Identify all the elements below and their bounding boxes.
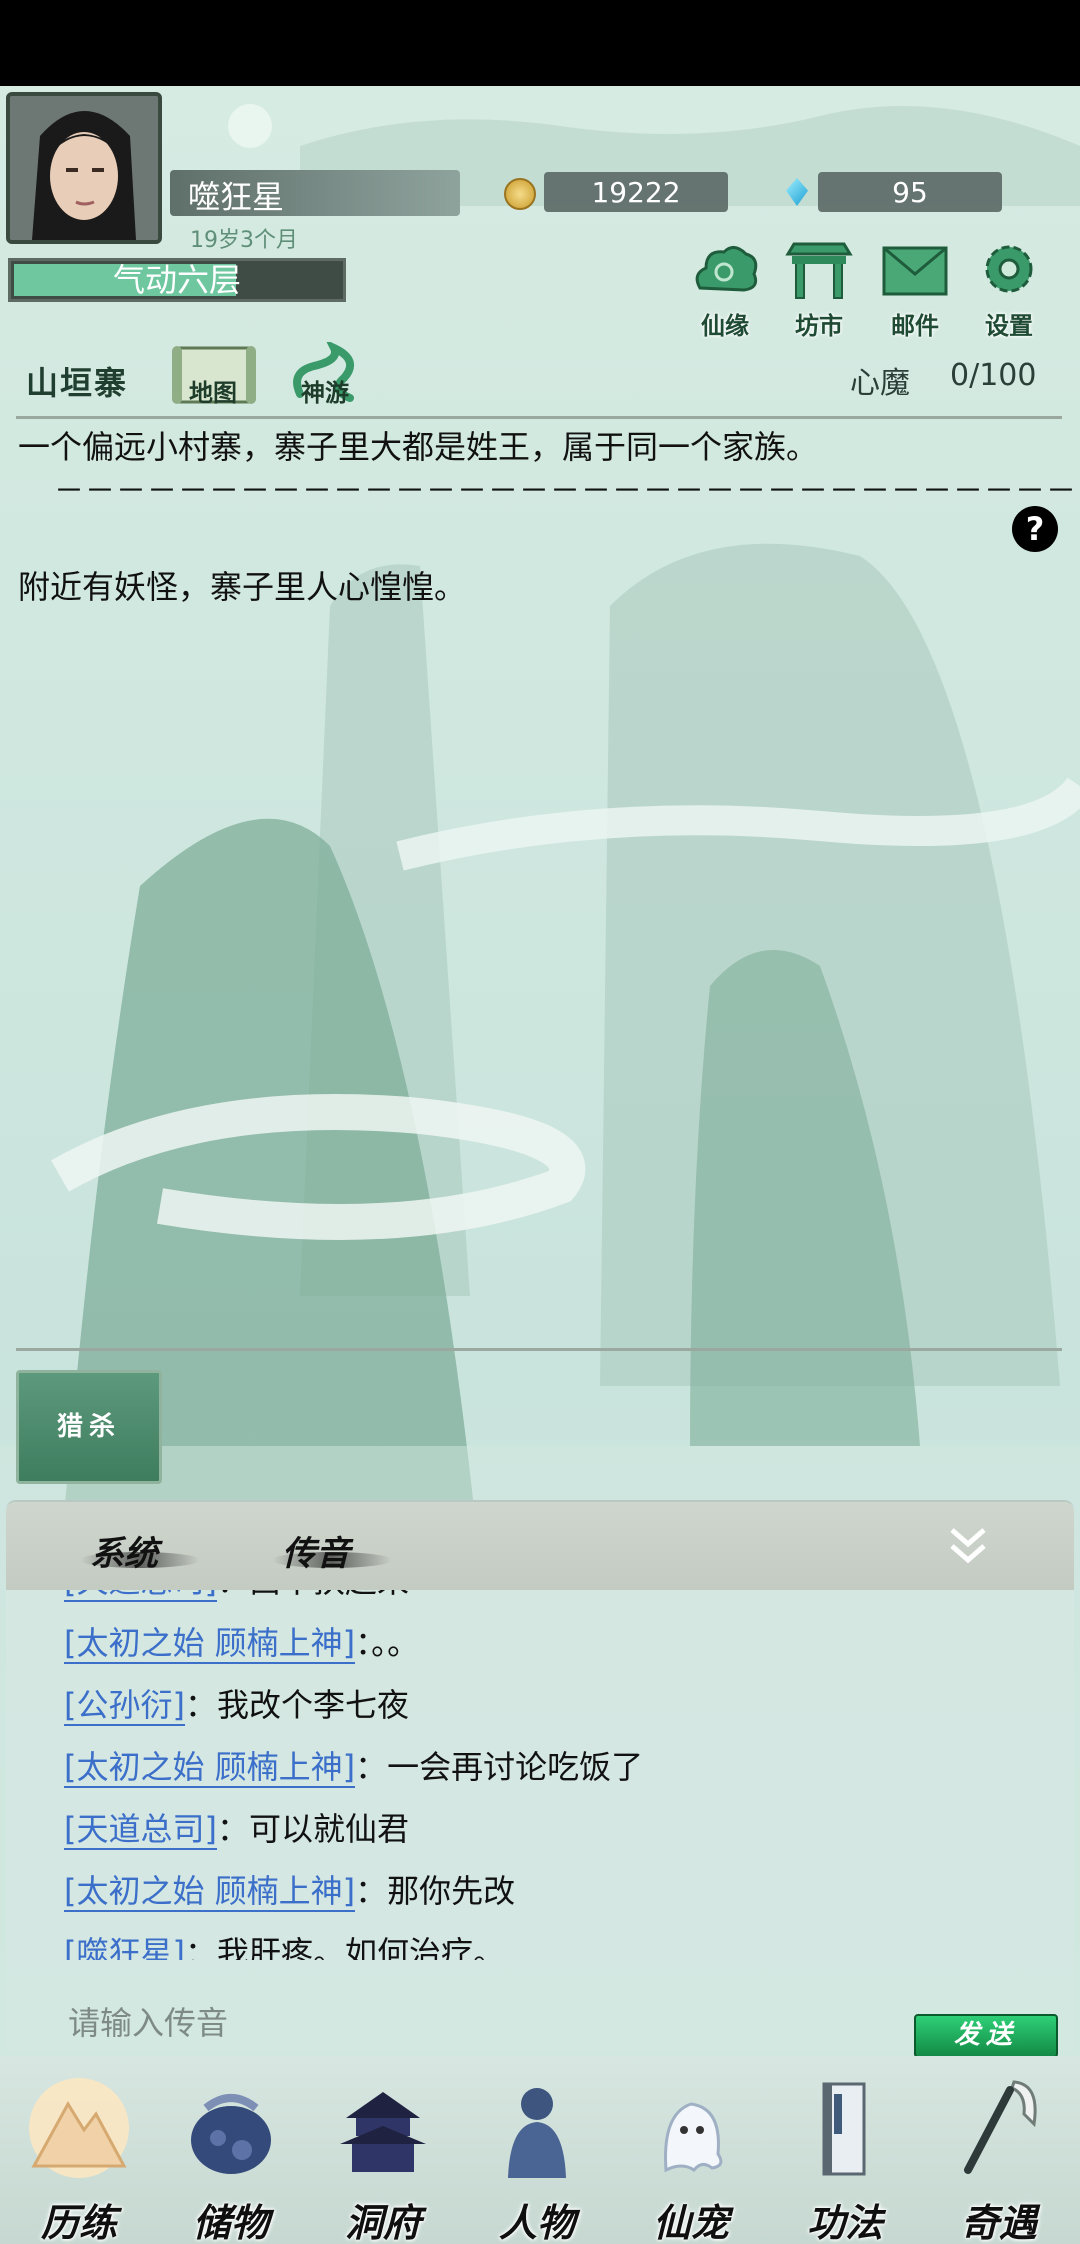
bag-icon [191,2094,271,2174]
settings-button[interactable]: 设置 [966,238,1052,340]
market-icon [785,242,853,299]
chat-input[interactable]: 请输入传音 [68,1998,228,2044]
chat-sender-link[interactable]: [太初之始 顾楠上神] [64,1872,356,1912]
nav-label: 洞府 [344,2200,421,2244]
brush-icon [964,2080,1037,2174]
story-line-1: 一个偏远小村寨，寨子里大都是姓王，属于同一个家族。 [18,428,819,466]
chat-sender-link[interactable]: [太初之始 顾楠上神] [64,1748,356,1788]
nav-label: 储物 [192,2200,269,2244]
story-line-2: 附近有妖怪，寨子里人心惶惶。 [18,568,467,606]
header-divider [16,416,1062,419]
chat-message-list[interactable]: [天道总司]：西不扶起来 [太初之始 顾楠上神]：。。 [公孙衍]：我改个李七夜… [6,1590,1074,1960]
mountain-icon [29,2078,129,2178]
nav-label: 奇遇 [960,2200,1037,2244]
coin-icon [504,178,536,210]
collapse-chevron-icon[interactable] [946,1524,990,1568]
person-icon [508,2088,566,2178]
help-button[interactable]: ? [1012,506,1058,552]
player-age: 19岁3个月 [190,228,298,253]
tab-voice[interactable]: 传音 [272,1526,392,1575]
nav-label: 仙宠 [652,2200,729,2244]
chat-message: [天道总司]：可以就仙君 [64,1804,409,1850]
chat-header: 系统 传音 [6,1502,1074,1590]
send-button[interactable]: 发送 [914,2014,1058,2058]
market-label: 坊市 [795,311,843,340]
chat-message: [太初之始 顾楠上神]：那你先改 [64,1866,515,1912]
chat-text: ：可以就仙君 [216,1810,409,1848]
nav-item-cave[interactable]: 洞府 [308,2074,458,2244]
story-separator: －－－－－－－－－－－－－－－－－－－－－－－－－－－－－－－－－－－－－－－－… [54,474,1080,509]
nav-label: 功法 [806,2200,883,2244]
chat-sender-link[interactable]: [太初之始 顾楠上神] [64,1624,356,1664]
player-name: 噬狂星 [188,178,285,216]
chat-text: ：我改个李七夜 [184,1686,409,1724]
chat-sender-link[interactable]: [天道总司] [64,1810,217,1850]
tab-system[interactable]: 系统 [80,1526,200,1575]
nav-item-skills[interactable]: 功法 [770,2074,920,2244]
chat-text: ：我肝疼。如何治疗。 [184,1934,505,1960]
chat-text: ：西不扶起来 [217,1590,409,1600]
chat-text: ：一会再讨论吃饭了 [355,1748,644,1786]
chat-text: ：那你先改 [355,1872,516,1910]
player-avatar[interactable] [6,92,162,244]
chat-text: ：。。 [355,1624,420,1662]
xianyuan-button[interactable]: 仙缘 [682,238,768,340]
nav-item-adventure[interactable]: 奇遇 [924,2074,1074,2244]
nav-label: 历练 [40,2200,117,2244]
market-button[interactable]: 坊市 [776,238,862,340]
game-screen: 噬狂星 19岁3个月 19222 95 气动六层 仙缘 坊市 邮件 设置 山垣寨… [0,86,1080,2244]
story-bottom-divider [16,1348,1062,1351]
mail-icon [882,246,948,296]
map-label: 地图 [189,378,237,407]
cloud-icon [695,246,758,292]
chat-panel: 系统 传音 [天道总司]：西不扶起来 [太初之始 顾楠上神]：。。 [公孙衍]：… [6,1500,1074,2050]
mail-button[interactable]: 邮件 [872,238,958,340]
xinmo-label: 心魔 [850,366,910,401]
settings-label: 设置 [985,311,1033,340]
mail-label: 邮件 [891,311,939,340]
chat-message: [公孙衍]：我改个李七夜 [64,1680,409,1726]
chat-message: [天道总司]：西不扶起来 [64,1590,409,1602]
travel-button[interactable]: 神游 [280,339,370,414]
map-button[interactable]: 地图 [168,342,258,414]
chat-message: [太初之始 顾楠上神]：。。 [64,1618,419,1664]
nav-item-lilian[interactable]: 历练 [4,2074,154,2244]
nav-label: 人物 [498,2200,575,2244]
location-name: 山垣寨 [26,364,129,402]
avatar-portrait [10,96,158,240]
tab-system-label: 系统 [90,1534,158,1574]
chat-message: [噬狂星]：我肝疼。如何治疗。 [64,1928,505,1960]
hunt-button[interactable]: 猎杀 [16,1370,162,1484]
nav-item-storage[interactable]: 储物 [156,2074,306,2244]
gem-count: 95 [892,176,928,209]
coin-count: 19222 [591,176,681,209]
tab-voice-label: 传音 [282,1534,350,1574]
gear-icon [985,245,1033,293]
chat-sender-link[interactable]: [公孙衍] [64,1686,185,1726]
nav-item-pet[interactable]: 仙宠 [616,2074,766,2244]
realm-label: 气动六层 [112,261,241,299]
xianyuan-label: 仙缘 [701,311,749,340]
bottom-nav: 历练 储物 洞府 人物 仙宠 功法 奇遇 [0,2056,1080,2244]
travel-label: 神游 [301,378,349,407]
ghost-pet-icon [664,2102,723,2173]
chat-sender-link[interactable]: [天道总司] [64,1590,217,1602]
chat-sender-link[interactable]: [噬狂星] [64,1934,185,1960]
scroll-book-icon [822,2082,866,2176]
pagoda-icon [340,2092,426,2172]
chat-message: [太初之始 顾楠上神]：一会再讨论吃饭了 [64,1742,643,1788]
nav-item-character[interactable]: 人物 [462,2074,612,2244]
xinmo-value: 0/100 [950,358,1037,393]
